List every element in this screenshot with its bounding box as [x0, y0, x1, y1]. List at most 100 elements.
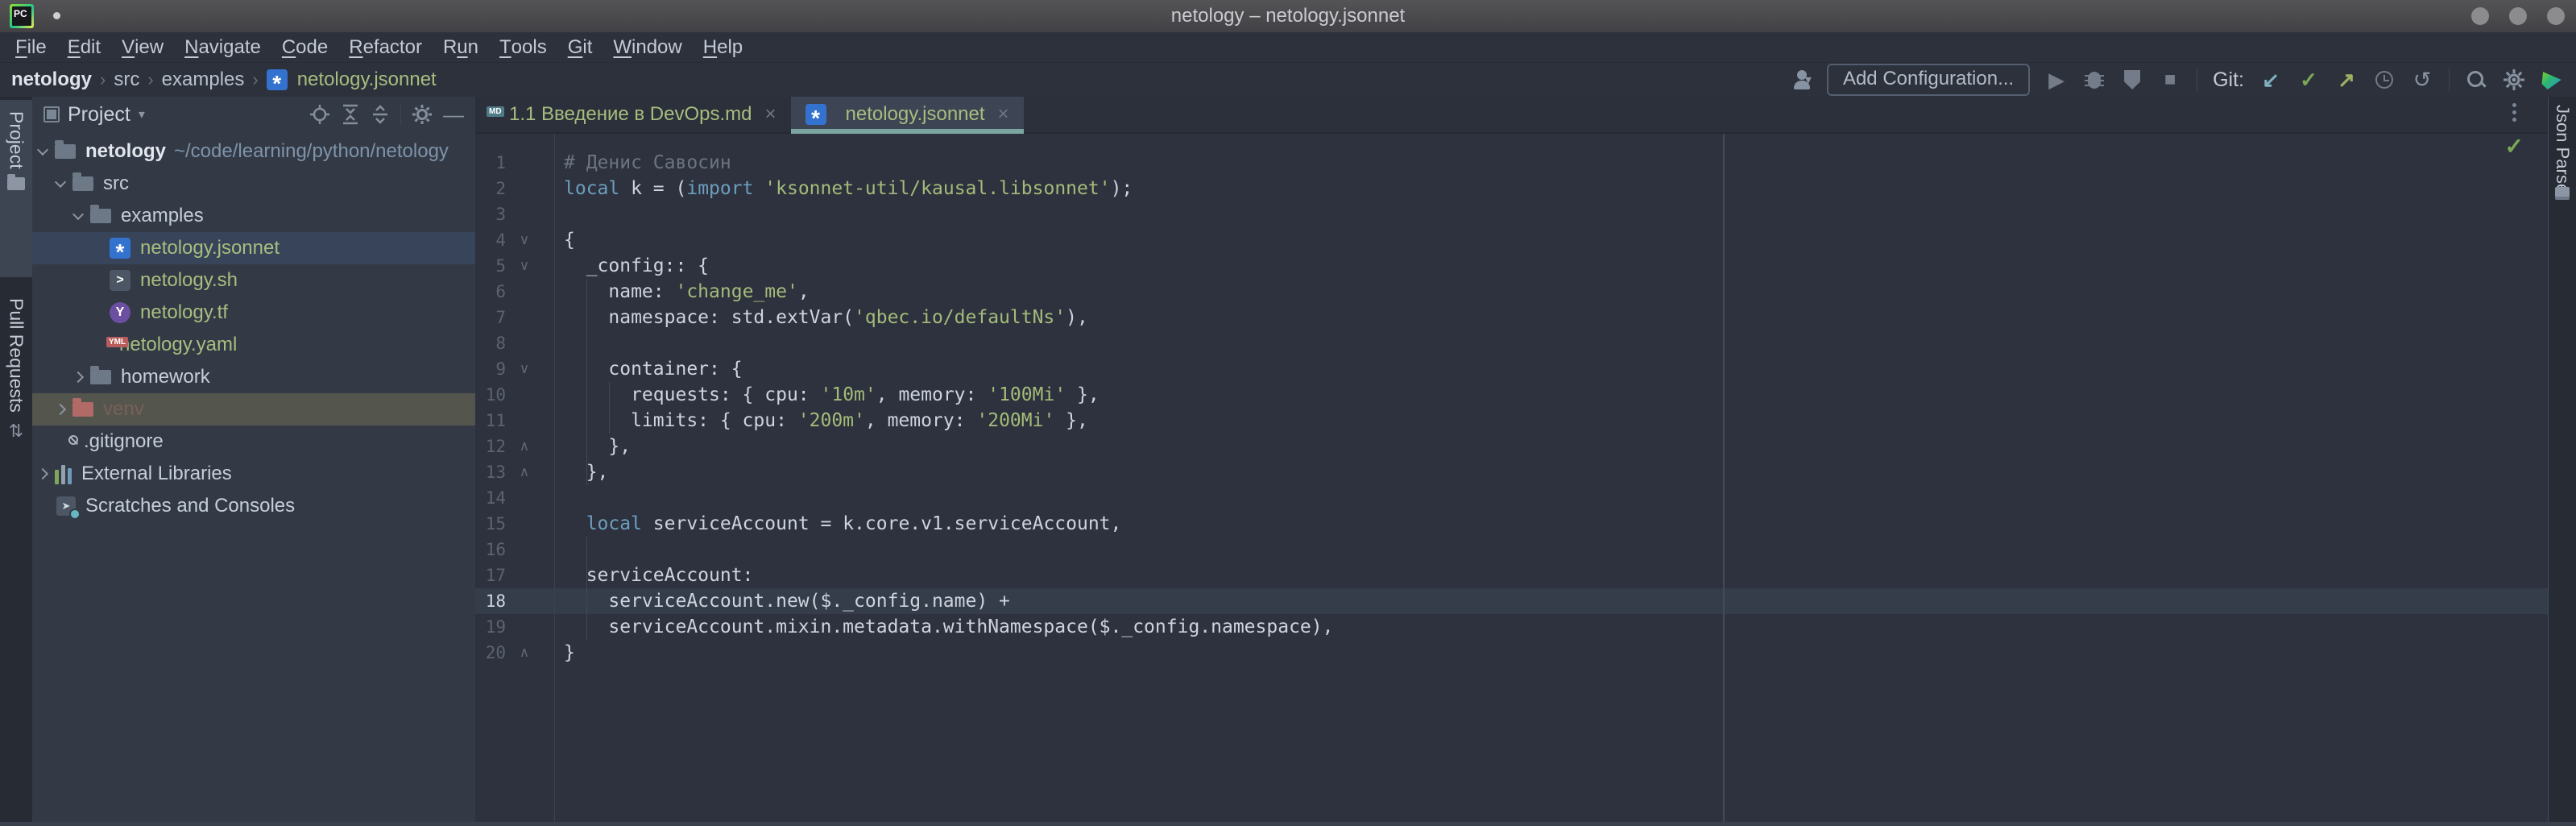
- excluded-folder-icon: [72, 402, 93, 417]
- fold-close-icon[interactable]: ∧: [516, 459, 533, 485]
- right-tool-window-stripe: Json Parser: [2548, 97, 2576, 822]
- menu-item-refactor[interactable]: Refactor: [338, 32, 433, 62]
- menu-item-run[interactable]: Run: [433, 32, 489, 62]
- coverage-icon[interactable]: [2121, 68, 2143, 91]
- code-line: serviceAccount.new($._config.name) +: [564, 588, 1010, 614]
- project-path: ~/code/learning/python/netology: [174, 140, 449, 163]
- rollback-icon[interactable]: ↺: [2411, 68, 2433, 91]
- chevron-down-icon[interactable]: [72, 209, 84, 220]
- tree-row-netology-yaml[interactable]: YMLnetology.yaml: [32, 329, 475, 361]
- tree-row-examples[interactable]: examples: [32, 200, 475, 232]
- history-icon[interactable]: [2373, 68, 2396, 91]
- debug-icon[interactable]: [2083, 68, 2106, 91]
- menu-item-git[interactable]: Git: [557, 32, 603, 62]
- tree-row-external-libraries[interactable]: External Libraries: [32, 458, 475, 490]
- line-number: 12: [475, 434, 506, 459]
- menu-item-code[interactable]: Code: [271, 32, 338, 62]
- kebab-menu-icon[interactable]: [2512, 103, 2516, 122]
- push-icon[interactable]: ↗: [2335, 68, 2358, 91]
- tree-row-netology[interactable]: netology~/code/learning/python/netology: [32, 135, 475, 168]
- jsonnet-file-icon: *: [806, 104, 826, 125]
- tree-row-venv[interactable]: venv: [32, 393, 475, 425]
- code-with-me-icon[interactable]: [2541, 68, 2563, 91]
- window-button-close[interactable]: [2547, 7, 2565, 25]
- close-tab-icon[interactable]: ×: [765, 103, 777, 126]
- chevron-right-icon[interactable]: [37, 468, 48, 479]
- chevron-down-icon[interactable]: [55, 176, 66, 188]
- ide-window: PC netology – netology.jsonnet FileEditV…: [0, 0, 2576, 826]
- code-line: namespace: std.extVar('qbec.io/defaultNs…: [564, 305, 1088, 330]
- tree-row--gitignore[interactable]: .gitignore: [32, 425, 475, 458]
- code-line: limits: { cpu: '200m', memory: '200Mi' }…: [564, 408, 1088, 434]
- menu-item-window[interactable]: Window: [603, 32, 692, 62]
- hide-icon[interactable]: —: [443, 110, 464, 118]
- code-line: serviceAccount:: [564, 562, 753, 588]
- menu-item-tools[interactable]: Tools: [489, 32, 557, 62]
- pycharm-logo-icon: PC: [10, 4, 34, 28]
- menu-item-navigate[interactable]: Navigate: [174, 32, 271, 62]
- stop-icon[interactable]: ■: [2159, 68, 2181, 91]
- tool-window-button-json-parser[interactable]: Json Parser: [2552, 105, 2573, 199]
- chevron-right-icon[interactable]: [55, 404, 66, 415]
- chevron-down-icon[interactable]: [37, 144, 48, 156]
- chevron-down-icon[interactable]: ▾: [139, 106, 145, 122]
- settings-icon[interactable]: [412, 104, 433, 125]
- tree-row-netology-tf[interactable]: Ynetology.tf: [32, 297, 475, 329]
- breadcrumb-item[interactable]: netology.jsonnet: [297, 68, 437, 91]
- code-line: serviceAccount.mixin.metadata.withNamesp…: [564, 614, 1333, 640]
- line-number: 18: [475, 588, 506, 614]
- fold-close-icon[interactable]: ∧: [516, 434, 533, 459]
- settings-icon[interactable]: [2503, 68, 2525, 91]
- fold-open-icon[interactable]: ∨: [516, 356, 533, 382]
- tree-row-homework[interactable]: homework: [32, 361, 475, 393]
- left-tool-window-stripe: Project Pull Requests ⇅: [0, 97, 32, 822]
- editor-tab-1-1-devops-md[interactable]: MD1.1 Введение в DevOps.md×: [475, 97, 791, 132]
- tree-item-label: External Libraries: [81, 463, 232, 485]
- commit-icon[interactable]: ✓: [2297, 68, 2320, 91]
- user-icon[interactable]: [1792, 69, 1812, 90]
- tree-row-scratches-and-consoles[interactable]: ➤Scratches and Consoles: [32, 490, 475, 522]
- project-panel-title[interactable]: Project: [68, 103, 130, 127]
- search-everywhere-icon[interactable]: [2465, 68, 2487, 91]
- window-button-minimize[interactable]: [2471, 7, 2489, 25]
- editor-tab-netology-jsonnet[interactable]: *netology.jsonnet×: [791, 97, 1024, 132]
- window-button-maximize[interactable]: [2509, 7, 2527, 25]
- pull-requests-stripe-label: Pull Requests: [6, 298, 27, 413]
- expand-all-icon[interactable]: [341, 104, 360, 125]
- update-project-icon[interactable]: ↙: [2259, 68, 2282, 91]
- status-dot-icon: [53, 12, 60, 19]
- line-number: 14: [475, 485, 506, 511]
- fold-open-icon[interactable]: ∨: [516, 253, 533, 279]
- code-line: container: {: [564, 356, 743, 382]
- menu-item-edit[interactable]: Edit: [57, 32, 111, 62]
- menu-item-view[interactable]: View: [111, 32, 174, 62]
- menu-item-file[interactable]: File: [5, 32, 57, 62]
- pull-request-icon: ⇅: [9, 421, 23, 442]
- fold-open-icon[interactable]: ∨: [516, 227, 533, 253]
- breadcrumb-item[interactable]: netology: [11, 68, 92, 91]
- collapse-all-icon[interactable]: [371, 104, 390, 125]
- tree-row-src[interactable]: src: [32, 168, 475, 200]
- line-number: 17: [475, 562, 506, 588]
- jsonnet-file-icon: *: [110, 238, 130, 259]
- line-number: 20: [475, 640, 506, 666]
- tree-item-label: .gitignore: [84, 430, 164, 453]
- breadcrumb-item[interactable]: examples: [162, 68, 245, 91]
- tool-window-button-pull-requests[interactable]: Pull Requests ⇅: [0, 287, 32, 480]
- code-line: },: [564, 434, 631, 459]
- code-editor[interactable]: 1# Денис Савосин2local k = (import 'kson…: [475, 134, 2548, 822]
- close-tab-icon[interactable]: ×: [998, 103, 1009, 126]
- chevron-right-icon[interactable]: [72, 371, 84, 383]
- tree-row-netology-sh[interactable]: >netology.sh: [32, 264, 475, 297]
- breadcrumb-item[interactable]: src: [114, 68, 139, 91]
- fold-close-icon[interactable]: ∧: [516, 640, 533, 666]
- menu-item-help[interactable]: Help: [693, 32, 753, 62]
- select-opened-file-icon[interactable]: [309, 104, 330, 125]
- tree-row-netology-jsonnet[interactable]: *netology.jsonnet: [32, 232, 475, 264]
- project-tree: netology~/code/learning/python/netologys…: [32, 135, 475, 522]
- run-icon[interactable]: ▶: [2045, 68, 2068, 91]
- tool-window-button-project[interactable]: Project: [0, 100, 32, 277]
- add-configuration-button[interactable]: Add Configuration...: [1827, 64, 2030, 96]
- line-number: 10: [475, 382, 506, 408]
- tree-item-label: netology.yaml: [119, 334, 237, 356]
